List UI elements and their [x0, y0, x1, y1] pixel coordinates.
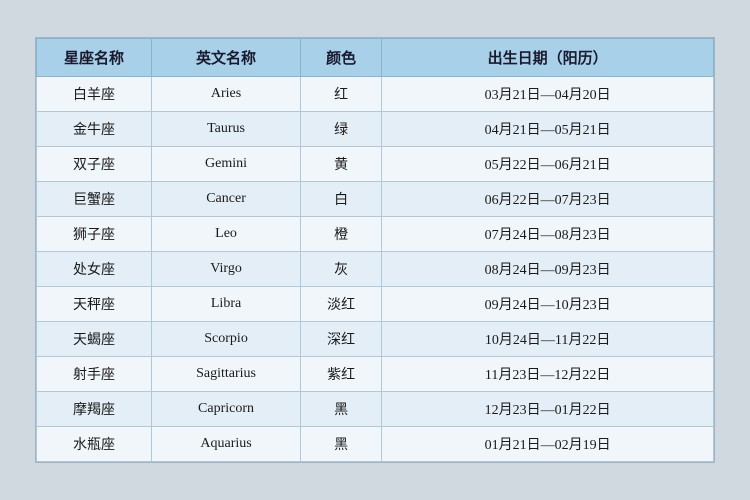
- cell-en: Cancer: [152, 182, 301, 217]
- cell-en: Virgo: [152, 252, 301, 287]
- table-row: 处女座Virgo灰08月24日—09月23日: [37, 252, 714, 287]
- cell-zh: 天秤座: [37, 287, 152, 322]
- cell-date: 04月21日—05月21日: [382, 112, 714, 147]
- table-row: 摩羯座Capricorn黑12月23日—01月22日: [37, 392, 714, 427]
- cell-date: 03月21日—04月20日: [382, 77, 714, 112]
- cell-zh: 金牛座: [37, 112, 152, 147]
- table-row: 天蝎座Scorpio深红10月24日—11月22日: [37, 322, 714, 357]
- cell-color: 黑: [301, 427, 382, 462]
- table-row: 狮子座Leo橙07月24日—08月23日: [37, 217, 714, 252]
- cell-zh: 狮子座: [37, 217, 152, 252]
- cell-zh: 射手座: [37, 357, 152, 392]
- table-row: 金牛座Taurus绿04月21日—05月21日: [37, 112, 714, 147]
- cell-zh: 天蝎座: [37, 322, 152, 357]
- cell-en: Sagittarius: [152, 357, 301, 392]
- table-row: 天秤座Libra淡红09月24日—10月23日: [37, 287, 714, 322]
- cell-en: Leo: [152, 217, 301, 252]
- cell-color: 黑: [301, 392, 382, 427]
- table-row: 双子座Gemini黄05月22日—06月21日: [37, 147, 714, 182]
- cell-date: 01月21日—02月19日: [382, 427, 714, 462]
- cell-color: 红: [301, 77, 382, 112]
- cell-zh: 巨蟹座: [37, 182, 152, 217]
- cell-zh: 白羊座: [37, 77, 152, 112]
- cell-en: Taurus: [152, 112, 301, 147]
- table-row: 水瓶座Aquarius黑01月21日—02月19日: [37, 427, 714, 462]
- cell-en: Aries: [152, 77, 301, 112]
- header-zh: 星座名称: [37, 39, 152, 77]
- header-color: 颜色: [301, 39, 382, 77]
- cell-color: 深红: [301, 322, 382, 357]
- table-row: 白羊座Aries红03月21日—04月20日: [37, 77, 714, 112]
- header-date: 出生日期（阳历）: [382, 39, 714, 77]
- cell-color: 灰: [301, 252, 382, 287]
- table-header-row: 星座名称 英文名称 颜色 出生日期（阳历）: [37, 39, 714, 77]
- cell-date: 06月22日—07月23日: [382, 182, 714, 217]
- cell-color: 白: [301, 182, 382, 217]
- table-row: 巨蟹座Cancer白06月22日—07月23日: [37, 182, 714, 217]
- cell-en: Gemini: [152, 147, 301, 182]
- cell-en: Aquarius: [152, 427, 301, 462]
- header-en: 英文名称: [152, 39, 301, 77]
- cell-date: 09月24日—10月23日: [382, 287, 714, 322]
- cell-color: 绿: [301, 112, 382, 147]
- cell-zh: 水瓶座: [37, 427, 152, 462]
- cell-zh: 处女座: [37, 252, 152, 287]
- cell-color: 淡红: [301, 287, 382, 322]
- cell-zh: 双子座: [37, 147, 152, 182]
- cell-date: 11月23日—12月22日: [382, 357, 714, 392]
- cell-color: 橙: [301, 217, 382, 252]
- cell-date: 10月24日—11月22日: [382, 322, 714, 357]
- zodiac-table: 星座名称 英文名称 颜色 出生日期（阳历） 白羊座Aries红03月21日—04…: [36, 38, 714, 462]
- cell-date: 05月22日—06月21日: [382, 147, 714, 182]
- cell-date: 08月24日—09月23日: [382, 252, 714, 287]
- cell-color: 紫红: [301, 357, 382, 392]
- cell-date: 07月24日—08月23日: [382, 217, 714, 252]
- cell-color: 黄: [301, 147, 382, 182]
- cell-zh: 摩羯座: [37, 392, 152, 427]
- cell-en: Libra: [152, 287, 301, 322]
- table-row: 射手座Sagittarius紫红11月23日—12月22日: [37, 357, 714, 392]
- cell-en: Scorpio: [152, 322, 301, 357]
- cell-en: Capricorn: [152, 392, 301, 427]
- zodiac-table-container: 星座名称 英文名称 颜色 出生日期（阳历） 白羊座Aries红03月21日—04…: [35, 37, 715, 463]
- cell-date: 12月23日—01月22日: [382, 392, 714, 427]
